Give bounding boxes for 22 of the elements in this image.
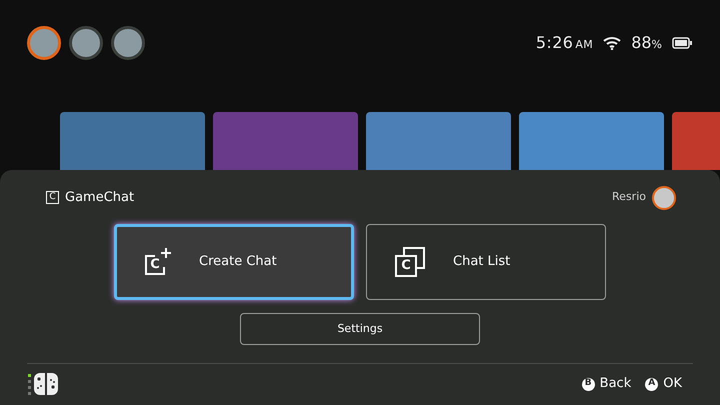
gamechat-icon: C xyxy=(46,191,59,204)
user-name: Resrio xyxy=(612,189,646,206)
action-button[interactable]: C Create Chat xyxy=(114,224,354,300)
wifi-icon xyxy=(603,36,622,50)
game-tile[interactable] xyxy=(519,112,664,170)
battery-icon xyxy=(672,37,692,49)
game-tile[interactable] xyxy=(60,112,205,170)
game-tile[interactable] xyxy=(213,112,358,170)
panel-title: GameChat xyxy=(65,188,134,207)
controller-key: B xyxy=(582,378,595,390)
battery-percent: 88% xyxy=(631,32,662,54)
hint-label: Back xyxy=(600,375,632,394)
controller-key: A xyxy=(645,378,658,390)
user-avatar[interactable] xyxy=(111,26,145,60)
action-button[interactable]: C Chat List xyxy=(366,224,606,300)
user-avatar[interactable] xyxy=(27,26,61,60)
game-tile[interactable] xyxy=(366,112,511,170)
user-avatar[interactable] xyxy=(652,186,676,210)
settings-button[interactable]: Settings xyxy=(240,313,480,345)
user-avatar[interactable] xyxy=(69,26,103,60)
clock-time: 5:26 AM xyxy=(536,32,594,54)
hint-label: OK xyxy=(663,375,682,394)
